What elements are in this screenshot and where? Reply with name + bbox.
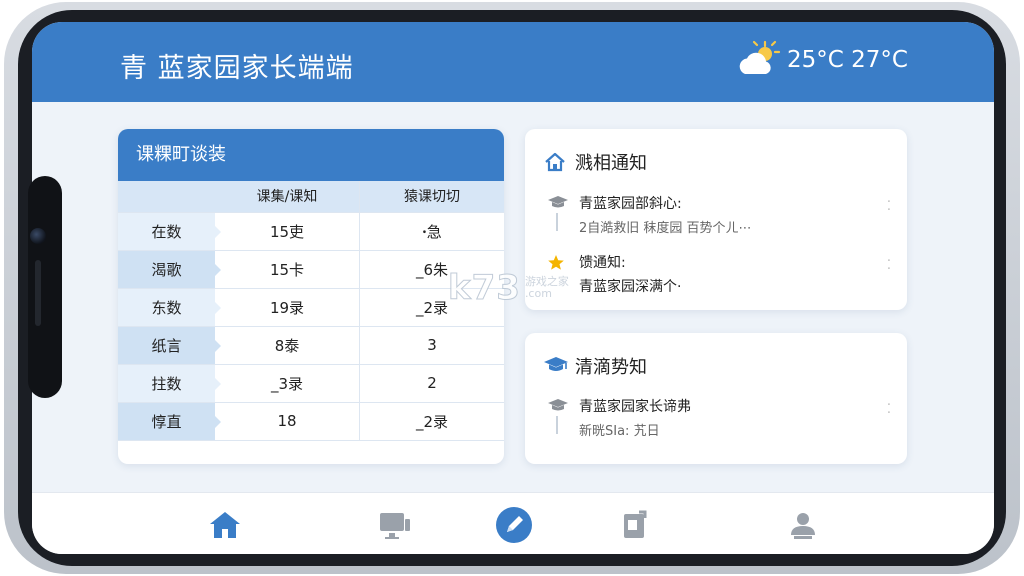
column-header: 课集/课知	[215, 181, 360, 213]
school-item-subtitle: 新晄SIa: 艽日	[579, 424, 660, 439]
watermark-sub: 游戏之家 .com	[525, 276, 569, 300]
table-cell: 拄数	[118, 364, 221, 403]
notice-item[interactable]: 馈通知: 青蓝家园深满个· · ·	[547, 252, 891, 296]
table-cell: 15吏	[215, 212, 360, 251]
notice-item-subtitle: 2自澔救旧 秣度园 百势个ㄦ⋯	[579, 221, 752, 236]
more-vertical-icon[interactable]: · ·	[887, 196, 891, 217]
nav-monitor[interactable]	[375, 507, 415, 543]
user-icon	[791, 513, 815, 539]
weather-widget[interactable]: 25°C 27°C	[735, 40, 908, 80]
home-icon	[543, 151, 567, 173]
schedule-table: 课集/课知 猿课切切 在数 15吏 ꞏ急 渴歌 15卡 _6朱 东数 19录 _…	[118, 181, 504, 441]
table-cell: 惇直	[118, 402, 221, 441]
notice-item-title: 青蓝家园部斜心:	[579, 196, 682, 212]
document-icon	[624, 510, 647, 538]
more-vertical-icon[interactable]: · ·	[887, 255, 891, 276]
notice-card-title: 溅相通知	[575, 153, 647, 174]
home-icon	[210, 512, 240, 538]
speaker-grille	[35, 260, 41, 326]
nav-profile[interactable]	[783, 507, 823, 543]
timeline-connector	[556, 416, 558, 434]
table-cell: 在数	[118, 212, 221, 251]
table-cell: _3录	[215, 364, 360, 403]
table-row[interactable]: 在数 15吏 ꞏ急	[118, 212, 504, 251]
schedule-title: 课粿町谈装	[118, 129, 504, 181]
graduation-cap-icon	[547, 398, 569, 414]
bottom-navigation	[32, 492, 994, 554]
table-cell: _2录	[359, 402, 504, 441]
table-cell: 15卡	[215, 250, 360, 289]
table-cell: 2	[359, 364, 504, 403]
column-header	[118, 181, 215, 213]
notice-card-header: 溅相通知	[543, 149, 647, 175]
school-card: 清滴势知 青蓝家园家长谛弗 新晄SIa: 艽日 · ·	[525, 333, 907, 464]
table-row[interactable]: 惇直 18 _2录	[118, 402, 504, 441]
table-cell: 渴歌	[118, 250, 221, 289]
table-cell: 3	[359, 326, 504, 365]
timeline-connector	[556, 213, 558, 231]
table-cell: 19录	[215, 288, 360, 327]
table-row[interactable]: 拄数 _3录 2	[118, 364, 504, 403]
table-cell: 纸言	[118, 326, 221, 365]
app-title: 青 蓝家园家长端端	[120, 53, 354, 84]
watermark-sub-line2: .com	[524, 287, 552, 300]
notice-card: 溅相通知 青蓝家园部斜心: 2自澔救旧 秣度园 百势个ㄦ⋯ · · 馈通知: 青蓝…	[525, 129, 907, 310]
camera-icon	[30, 228, 46, 244]
table-cell: 东数	[118, 288, 221, 327]
school-card-header: 清滴势知	[543, 353, 647, 379]
table-cell: 18	[215, 402, 360, 441]
site-watermark: k73 游戏之家 .com	[448, 268, 569, 309]
notice-item[interactable]: 青蓝家园部斜心: 2自澔救旧 秣度园 百势个ㄦ⋯ · ·	[547, 193, 891, 236]
table-header-row: 课集/课知 猿课切切	[118, 181, 504, 213]
table-row[interactable]: 渴歌 15卡 _6朱	[118, 250, 504, 289]
nav-compose[interactable]	[494, 507, 534, 543]
table-row[interactable]: 纸言 8泰 3	[118, 326, 504, 365]
school-card-title: 清滴势知	[575, 357, 647, 378]
table-row[interactable]: 东数 19录 _2录	[118, 288, 504, 327]
school-item[interactable]: 青蓝家园家长谛弗 新晄SIa: 艽日 · ·	[547, 396, 891, 439]
schedule-card: 课粿町谈装 课集/课知 猿课切切 在数 15吏 ꞏ急 渴歌 15卡 _6朱 东数…	[118, 129, 504, 464]
device-notch	[28, 176, 62, 398]
table-cell: ꞏ急	[359, 212, 504, 251]
partly-cloudy-icon	[735, 40, 781, 80]
notice-item-title: 馈通知:	[579, 255, 626, 271]
app-header: 青 蓝家园家长端端 25°C 27°C	[32, 22, 994, 102]
school-item-title: 青蓝家园家长谛弗	[579, 399, 691, 415]
notice-item-subtitle: 青蓝家园深满个·	[579, 279, 682, 295]
nav-docs[interactable]	[615, 507, 655, 543]
graduation-cap-icon	[547, 195, 569, 211]
column-header: 猿课切切	[359, 181, 504, 213]
temperature-text: 25°C 27°C	[787, 47, 908, 73]
nav-home[interactable]	[205, 507, 245, 543]
more-vertical-icon[interactable]: · ·	[887, 399, 891, 420]
graduation-cap-icon	[543, 355, 568, 377]
pen-icon	[496, 507, 532, 543]
monitor-icon	[380, 513, 410, 539]
table-cell: 8泰	[215, 326, 360, 365]
watermark-logo: k73	[448, 268, 521, 309]
